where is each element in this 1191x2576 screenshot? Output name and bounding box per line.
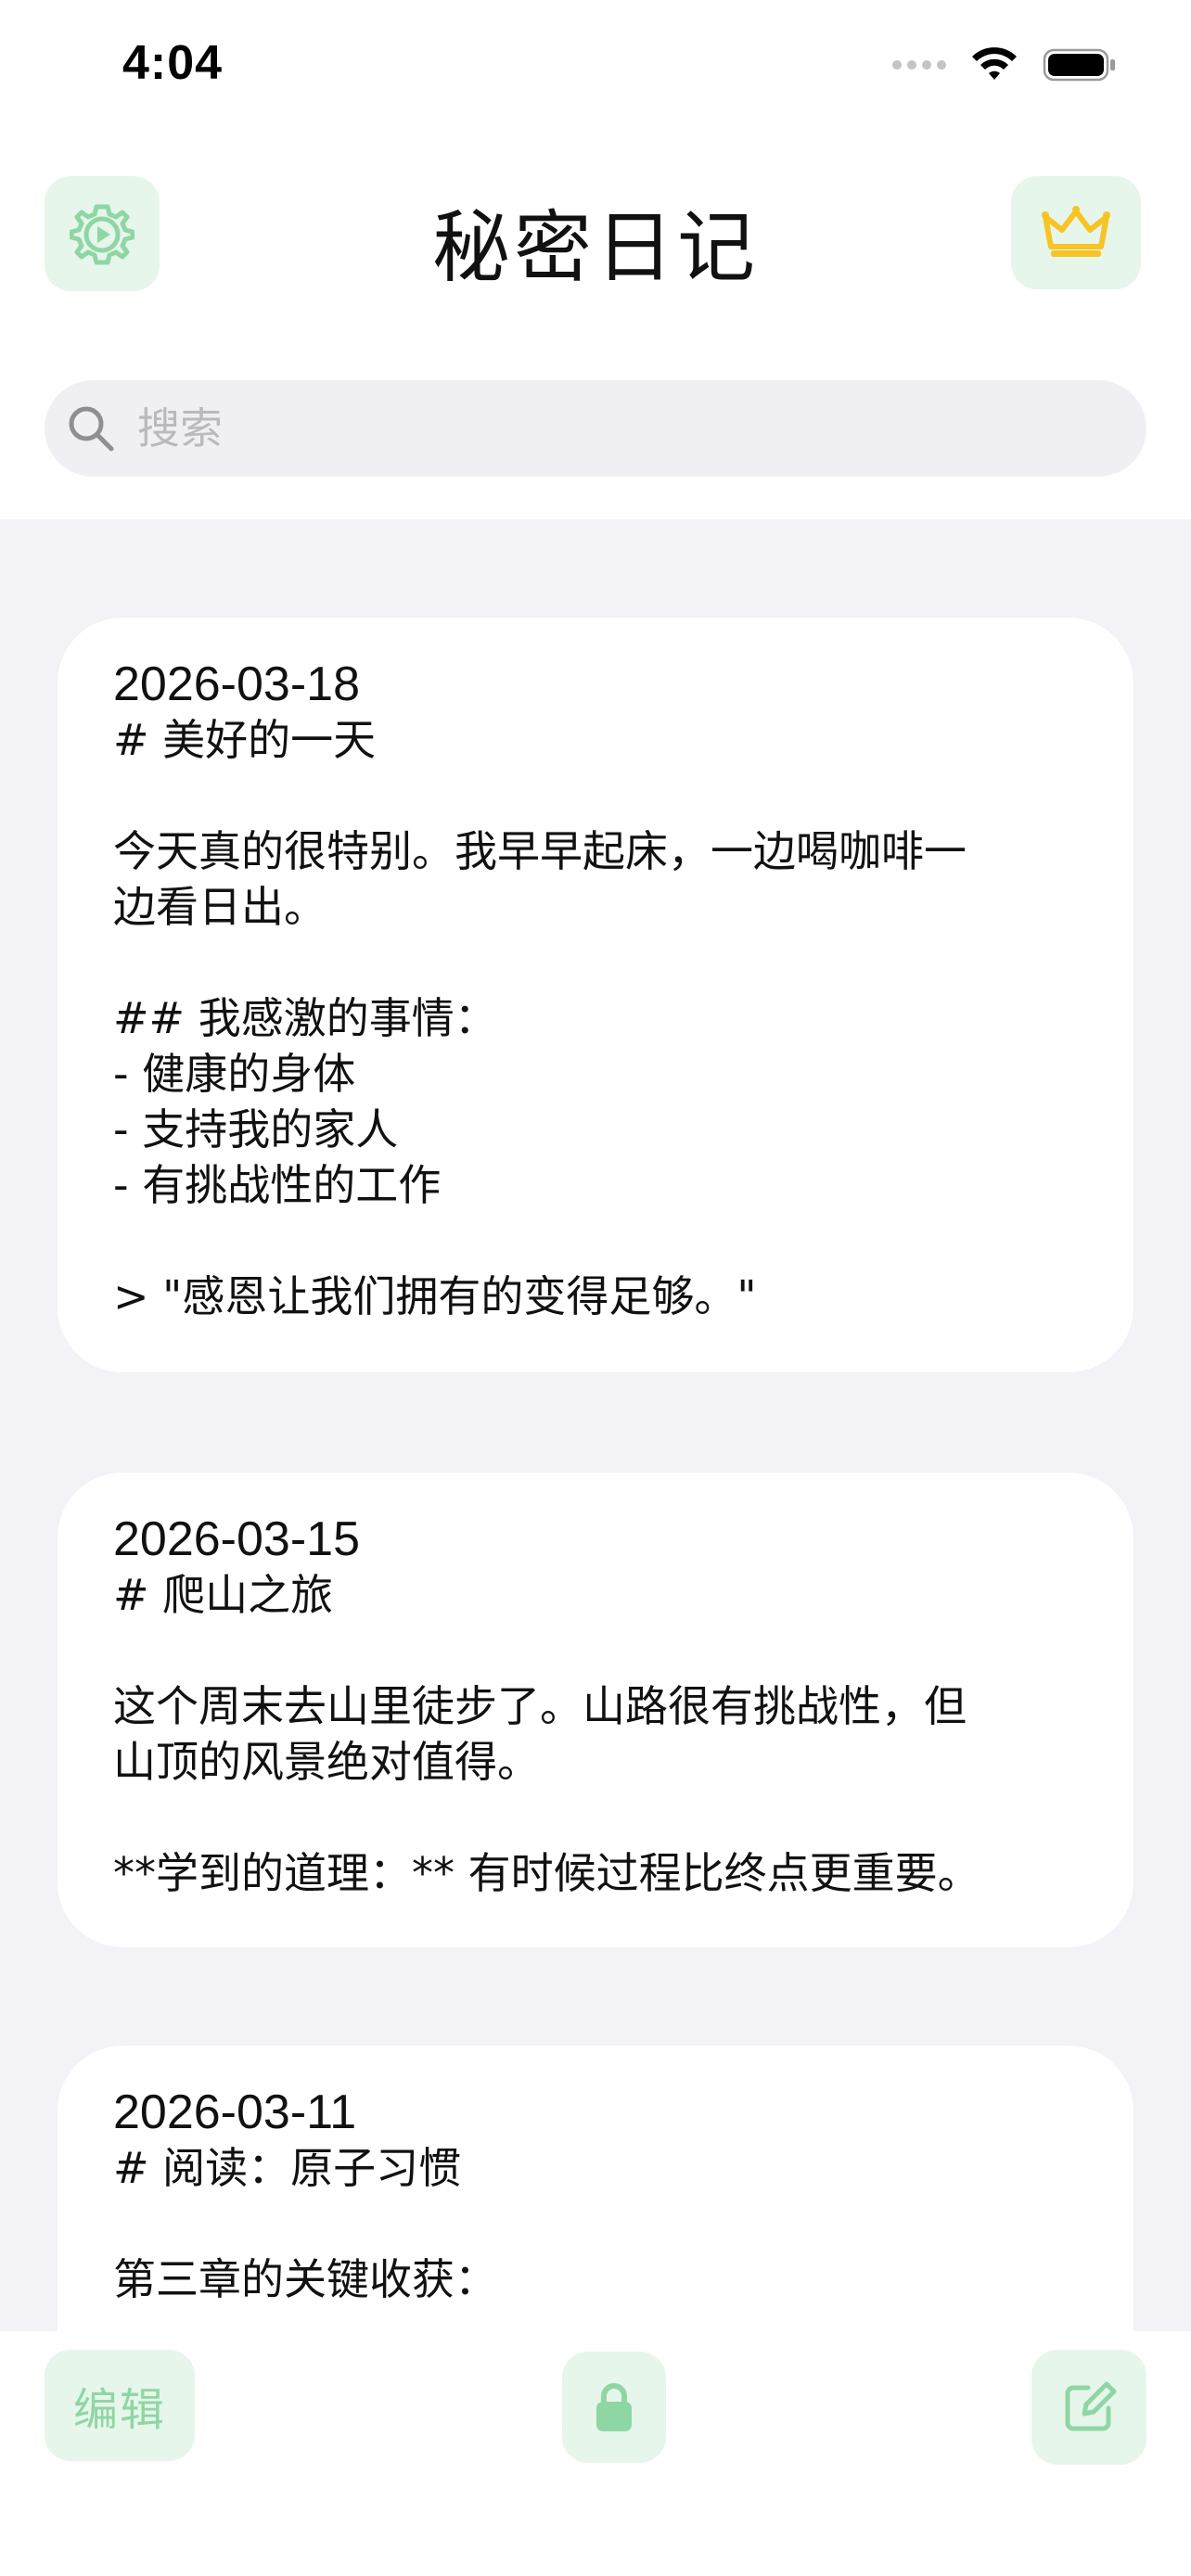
entry-line: 山顶的风景绝对值得。 bbox=[113, 1737, 540, 1787]
entry-line bbox=[113, 1790, 1059, 1845]
status-indicators bbox=[892, 46, 1117, 83]
entry-line bbox=[113, 935, 1059, 990]
entry-line bbox=[113, 1623, 1059, 1678]
entry-line: **学到的道理：** 有时候过程比终点更重要。 bbox=[113, 1848, 980, 1898]
entry-line: # 爬山之旅 bbox=[113, 1570, 334, 1620]
entry-line: > "感恩让我们拥有的变得足够。" bbox=[113, 1271, 757, 1321]
entry-line: # 美好的一天 bbox=[113, 715, 377, 765]
header: 4:04 秘密日记 搜索 bbox=[0, 0, 1191, 519]
search-icon bbox=[65, 402, 117, 454]
entry-line: - 支持我的家人 bbox=[113, 1104, 399, 1154]
entry-date: 2026-03-15 bbox=[113, 1512, 360, 1566]
compose-icon bbox=[1065, 2381, 1117, 2431]
diary-entry-card[interactable]: 2026-03-18 # 美好的一天 今天真的很特别。我早早起床，一边喝咖啡一 … bbox=[58, 618, 1133, 1372]
lock-icon bbox=[596, 2383, 632, 2431]
premium-button[interactable] bbox=[1011, 176, 1141, 289]
search-bar[interactable] bbox=[45, 380, 1146, 477]
entry-date: 2026-03-18 bbox=[113, 657, 360, 711]
bottom-toolbar: 编辑 bbox=[0, 2331, 1191, 2576]
battery-icon bbox=[1043, 48, 1115, 82]
entry-line: # 阅读：原子习惯 bbox=[113, 2143, 462, 2193]
entry-date: 2026-03-11 bbox=[113, 2085, 357, 2139]
entry-line bbox=[113, 2196, 1059, 2251]
entry-line: - 有挑战性的工作 bbox=[113, 1160, 442, 1210]
entry-line: 边看日出。 bbox=[113, 882, 327, 932]
entry-line: 今天真的很特别。我早早起床，一边喝咖啡一 bbox=[113, 826, 967, 876]
entry-line: ## 我感激的事情： bbox=[113, 993, 497, 1043]
cellular-signal-icon bbox=[892, 60, 946, 70]
diary-screen: 4:04 秘密日记 搜索 2026-03-18 # 美好的一天 今天真的很特别。… bbox=[0, 0, 1191, 2576]
status-time: 4:04 bbox=[122, 36, 224, 90]
search-input[interactable] bbox=[135, 402, 1067, 454]
entry-line: 第三章的关键收获： bbox=[113, 2254, 497, 2304]
diary-entry-card[interactable]: 2026-03-15 # 爬山之旅 这个周末去山里徒步了。山路很有挑战性，但 山… bbox=[58, 1473, 1133, 1947]
entry-line: - 健康的身体 bbox=[113, 1049, 356, 1099]
compose-button[interactable] bbox=[1031, 2350, 1146, 2465]
entry-line bbox=[113, 768, 1059, 823]
lock-button[interactable] bbox=[562, 2352, 666, 2463]
wifi-icon bbox=[972, 47, 1017, 80]
entry-line bbox=[113, 1213, 1059, 1269]
edit-button[interactable]: 编辑 bbox=[45, 2350, 195, 2461]
crown-icon bbox=[1042, 206, 1110, 257]
entry-line: 这个周末去山里徒步了。山路很有挑战性，但 bbox=[113, 1681, 967, 1731]
